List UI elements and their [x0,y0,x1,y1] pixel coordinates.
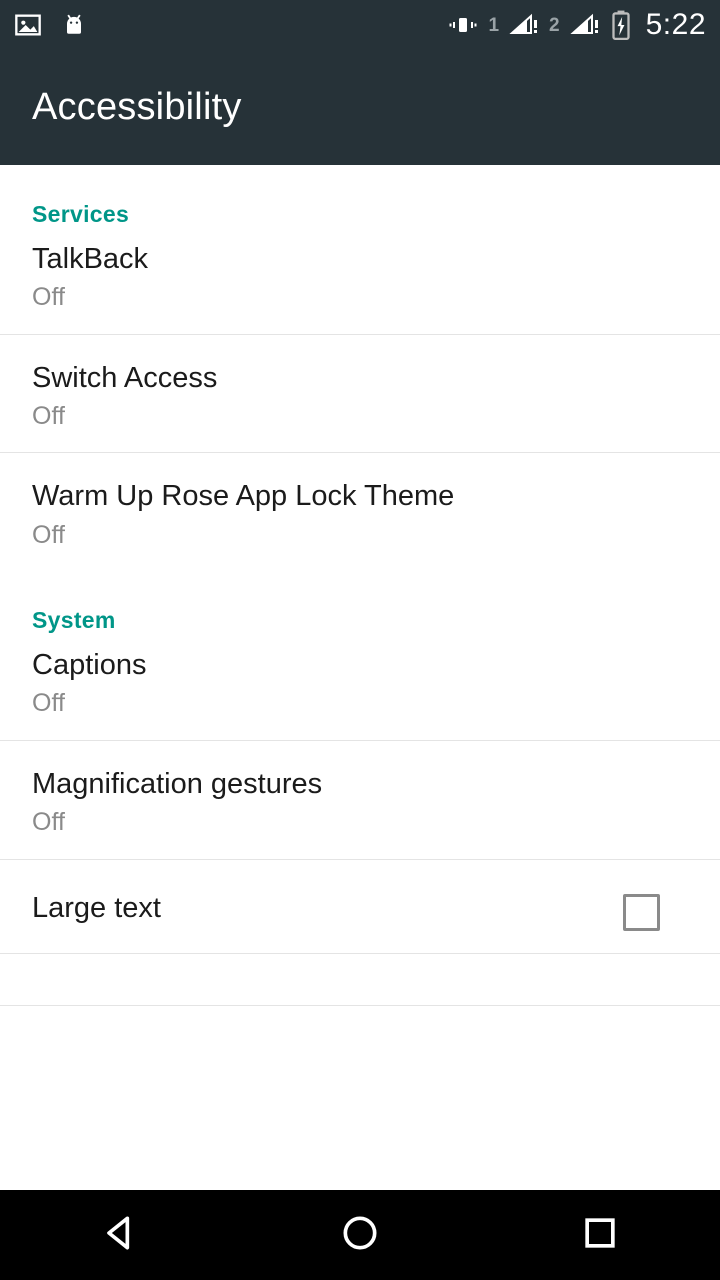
list-item-title: Magnification gestures [32,767,323,800]
list-item-text: Captions Off [32,648,688,718]
list-item-magnification-gestures[interactable]: Magnification gestures Off [0,741,720,860]
list-item-switch-access[interactable]: Switch Access Off [0,335,720,454]
back-button[interactable] [60,1190,180,1280]
recents-button[interactable] [540,1190,660,1280]
list-item-title: Captions [32,649,147,682]
vibrate-icon [448,11,478,39]
section-header-system: System [32,607,116,634]
system-navigation-bar[interactable] [0,1190,720,1280]
list-item-warm-up-rose-app-lock-theme[interactable]: Warm Up Rose App Lock Theme Off [0,453,720,571]
page-title: Accessibility [32,86,242,128]
battery-charging-icon [610,10,632,40]
home-circle-icon [338,1211,382,1260]
settings-list[interactable]: Services TalkBack Off Switch Access Off … [0,165,720,1240]
sim1-label: 1 [488,14,500,36]
list-item-subtitle: Off [32,401,65,430]
section-header-services: Services [32,201,130,227]
list-item-subtitle: Off [32,520,65,549]
image-icon [14,11,42,39]
list-item-title: Warm Up Rose App Lock Theme [32,480,455,513]
signal-sim2-icon [569,11,600,39]
signal-sim1-icon [509,11,539,39]
list-item-title: Large text [32,891,161,924]
status-bar: 1 2 5:22 [0,0,720,50]
list-item-subtitle: Off [32,283,65,312]
large-text-checkbox[interactable] [623,893,660,931]
android-head-icon [60,11,88,39]
list-item-title: TalkBack [32,243,149,275]
list-item-text: Switch Access Off [32,361,688,431]
list-item-large-text[interactable]: Large text [0,860,720,954]
clock: 5:22 [645,8,706,41]
list-item-text: Warm Up Rose App Lock Theme Off [32,479,688,549]
back-triangle-icon [98,1211,142,1260]
list-bottom-spacer [0,954,720,1006]
home-button[interactable] [300,1190,420,1280]
sim2-label: 2 [549,14,560,36]
list-item-talkback[interactable]: TalkBack Off [0,228,720,335]
app-bar: Accessibility [0,50,720,165]
recents-square-icon [578,1211,622,1260]
list-item-text: Large text [32,891,623,925]
list-item-text: Magnification gestures Off [32,767,688,837]
list-item-subtitle: Off [32,689,65,718]
list-item-subtitle: Off [32,808,65,837]
status-bar-left-icons [14,11,88,39]
status-bar-right-icons: 1 2 5:22 [448,8,706,42]
list-item-captions[interactable]: Captions Off [0,634,720,741]
list-item-title: Switch Access [32,361,218,394]
list-item-text: TalkBack Off [32,242,688,312]
